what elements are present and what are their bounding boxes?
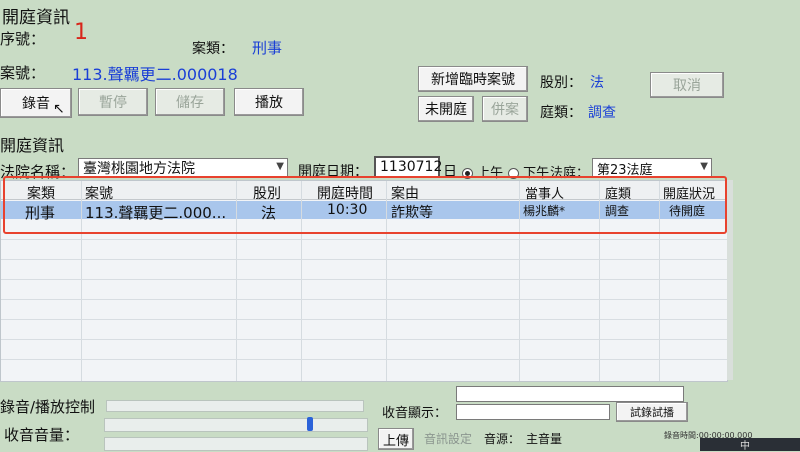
rec-volume-label: 收音音量： [4, 426, 80, 444]
case-no-label: 案號： [0, 64, 46, 82]
chevron-down-icon: ▼ [276, 161, 284, 172]
taskbar: 中 [700, 437, 800, 452]
seq-label: 序號： [0, 30, 46, 48]
grid-scrollbar[interactable] [727, 180, 733, 380]
court-type-label: 庭類： [540, 105, 582, 121]
seq-value: 1 [74, 20, 88, 45]
grid-divider [1, 239, 727, 240]
display-track [106, 400, 364, 412]
rec-volume-slider[interactable] [104, 417, 368, 432]
pause-button[interactable]: 暫停 [78, 88, 148, 116]
division-label: 股別： [540, 75, 582, 91]
case-no-value: 113.聲羈更二.000018 [72, 65, 238, 84]
date-value: 1130712 [380, 159, 443, 175]
slider-thumb[interactable] [307, 417, 313, 431]
courtroom-select[interactable]: 第23法庭 ▼ [592, 158, 712, 178]
test-record-button[interactable]: 試錄試播 [616, 402, 688, 422]
rec-display-label: 收音顯示： [382, 406, 448, 421]
annotation-highlight [3, 176, 727, 234]
record-button-label: 錄音 [22, 96, 50, 112]
rec-level-bar [104, 437, 368, 451]
playback-title: 錄音/播放控制 [0, 398, 96, 416]
courtroom-value: 第23法庭 [597, 162, 653, 178]
rec-display-meter-bottom [456, 404, 610, 420]
division-value: 法 [590, 75, 604, 91]
rec-display-meter-top [456, 386, 684, 402]
grid-divider [1, 319, 727, 320]
court-name-select[interactable]: 臺灣桃園地方法院 ▼ [78, 158, 288, 178]
add-temp-case-button[interactable]: 新增臨時案號 [418, 66, 528, 92]
case-type-label: 案類： [192, 41, 234, 57]
window-title: 開庭資訊 [2, 8, 70, 28]
source-value: 主音量 [526, 432, 563, 446]
cancel-button[interactable]: 取消 [650, 72, 724, 98]
date-input[interactable]: 1130712 [374, 156, 443, 178]
save-button[interactable]: 儲存 [155, 88, 225, 116]
court-type-value: 調查 [588, 105, 616, 121]
court-name-value: 臺灣桃園地方法院 [83, 161, 195, 177]
ime-indicator[interactable]: 中 [740, 437, 750, 452]
grid-divider [1, 259, 727, 260]
grid-divider [1, 279, 727, 280]
grid-divider [1, 339, 727, 340]
audio-setting-button[interactable]: 音訊設定 [424, 430, 472, 447]
source-label: 音源： [484, 432, 521, 446]
session-info-heading: 開庭資訊 [0, 136, 65, 155]
record-button[interactable]: 錄音 ↖ [0, 88, 72, 118]
merge-case-button[interactable]: 併案 [482, 96, 528, 122]
case-type-value: 刑事 [252, 39, 283, 57]
not-opened-button[interactable]: 未開庭 [418, 96, 474, 122]
grid-divider [1, 299, 727, 300]
grid-divider [1, 359, 727, 360]
upload-button[interactable]: 上傳 [378, 428, 414, 450]
chevron-down-icon: ▼ [700, 161, 708, 172]
play-button[interactable]: 播放 [234, 88, 304, 116]
mouse-cursor-icon: ↖ [53, 101, 65, 117]
